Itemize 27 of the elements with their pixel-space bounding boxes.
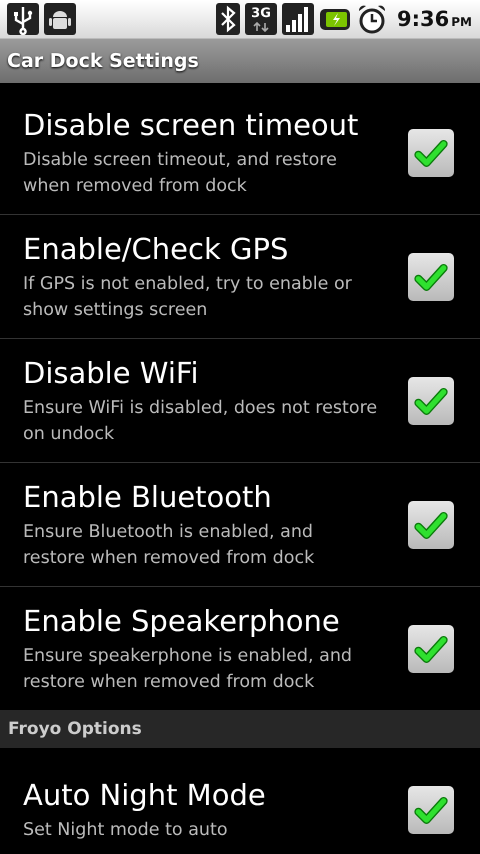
android-robot-icon	[44, 3, 76, 35]
checkbox[interactable]	[408, 128, 454, 176]
setting-title[interactable]: Disable WiFi	[23, 354, 378, 390]
setting-title[interactable]: Enable Bluetooth	[23, 478, 378, 514]
checkbox[interactable]	[408, 624, 454, 672]
setting-summary: Disable screen timeout, and restore when removed from dock	[23, 148, 338, 198]
signal-icon	[282, 3, 314, 35]
setting-summary: If GPS is not enabled, try to enable or show settings screen	[23, 272, 353, 322]
setting-title[interactable]: Enable Speakerphone	[23, 602, 378, 638]
setting-title[interactable]: Disable screen timeout	[23, 106, 378, 142]
setting-summary: Ensure WiFi is disabled, does not restore on undock	[23, 396, 378, 446]
checkbox[interactable]	[408, 376, 454, 424]
checkbox[interactable]	[408, 786, 454, 834]
setting-title[interactable]: Auto Night Mode	[23, 776, 378, 812]
setting-summary: Set Night mode to auto	[23, 818, 229, 842]
usb-icon	[7, 3, 39, 35]
setting-title[interactable]: Enable/Check GPS	[23, 230, 378, 266]
clock-time: 9:36	[397, 7, 450, 31]
setting-summary: Ensure Bluetooth is enabled, and restore when removed from dock	[23, 520, 316, 570]
bluetooth-icon	[216, 3, 240, 35]
window-title: Car Dock Settings	[7, 50, 199, 72]
network-3g-icon: 3G	[245, 3, 278, 35]
checkbox[interactable]	[408, 252, 454, 300]
setting-summary: Ensure speakerphone is enabled, and restore when removed from dock	[23, 644, 354, 694]
checkbox[interactable]	[408, 500, 454, 548]
clock-am-pm: PM	[451, 15, 472, 29]
section-title: Froyo Options	[8, 719, 142, 739]
